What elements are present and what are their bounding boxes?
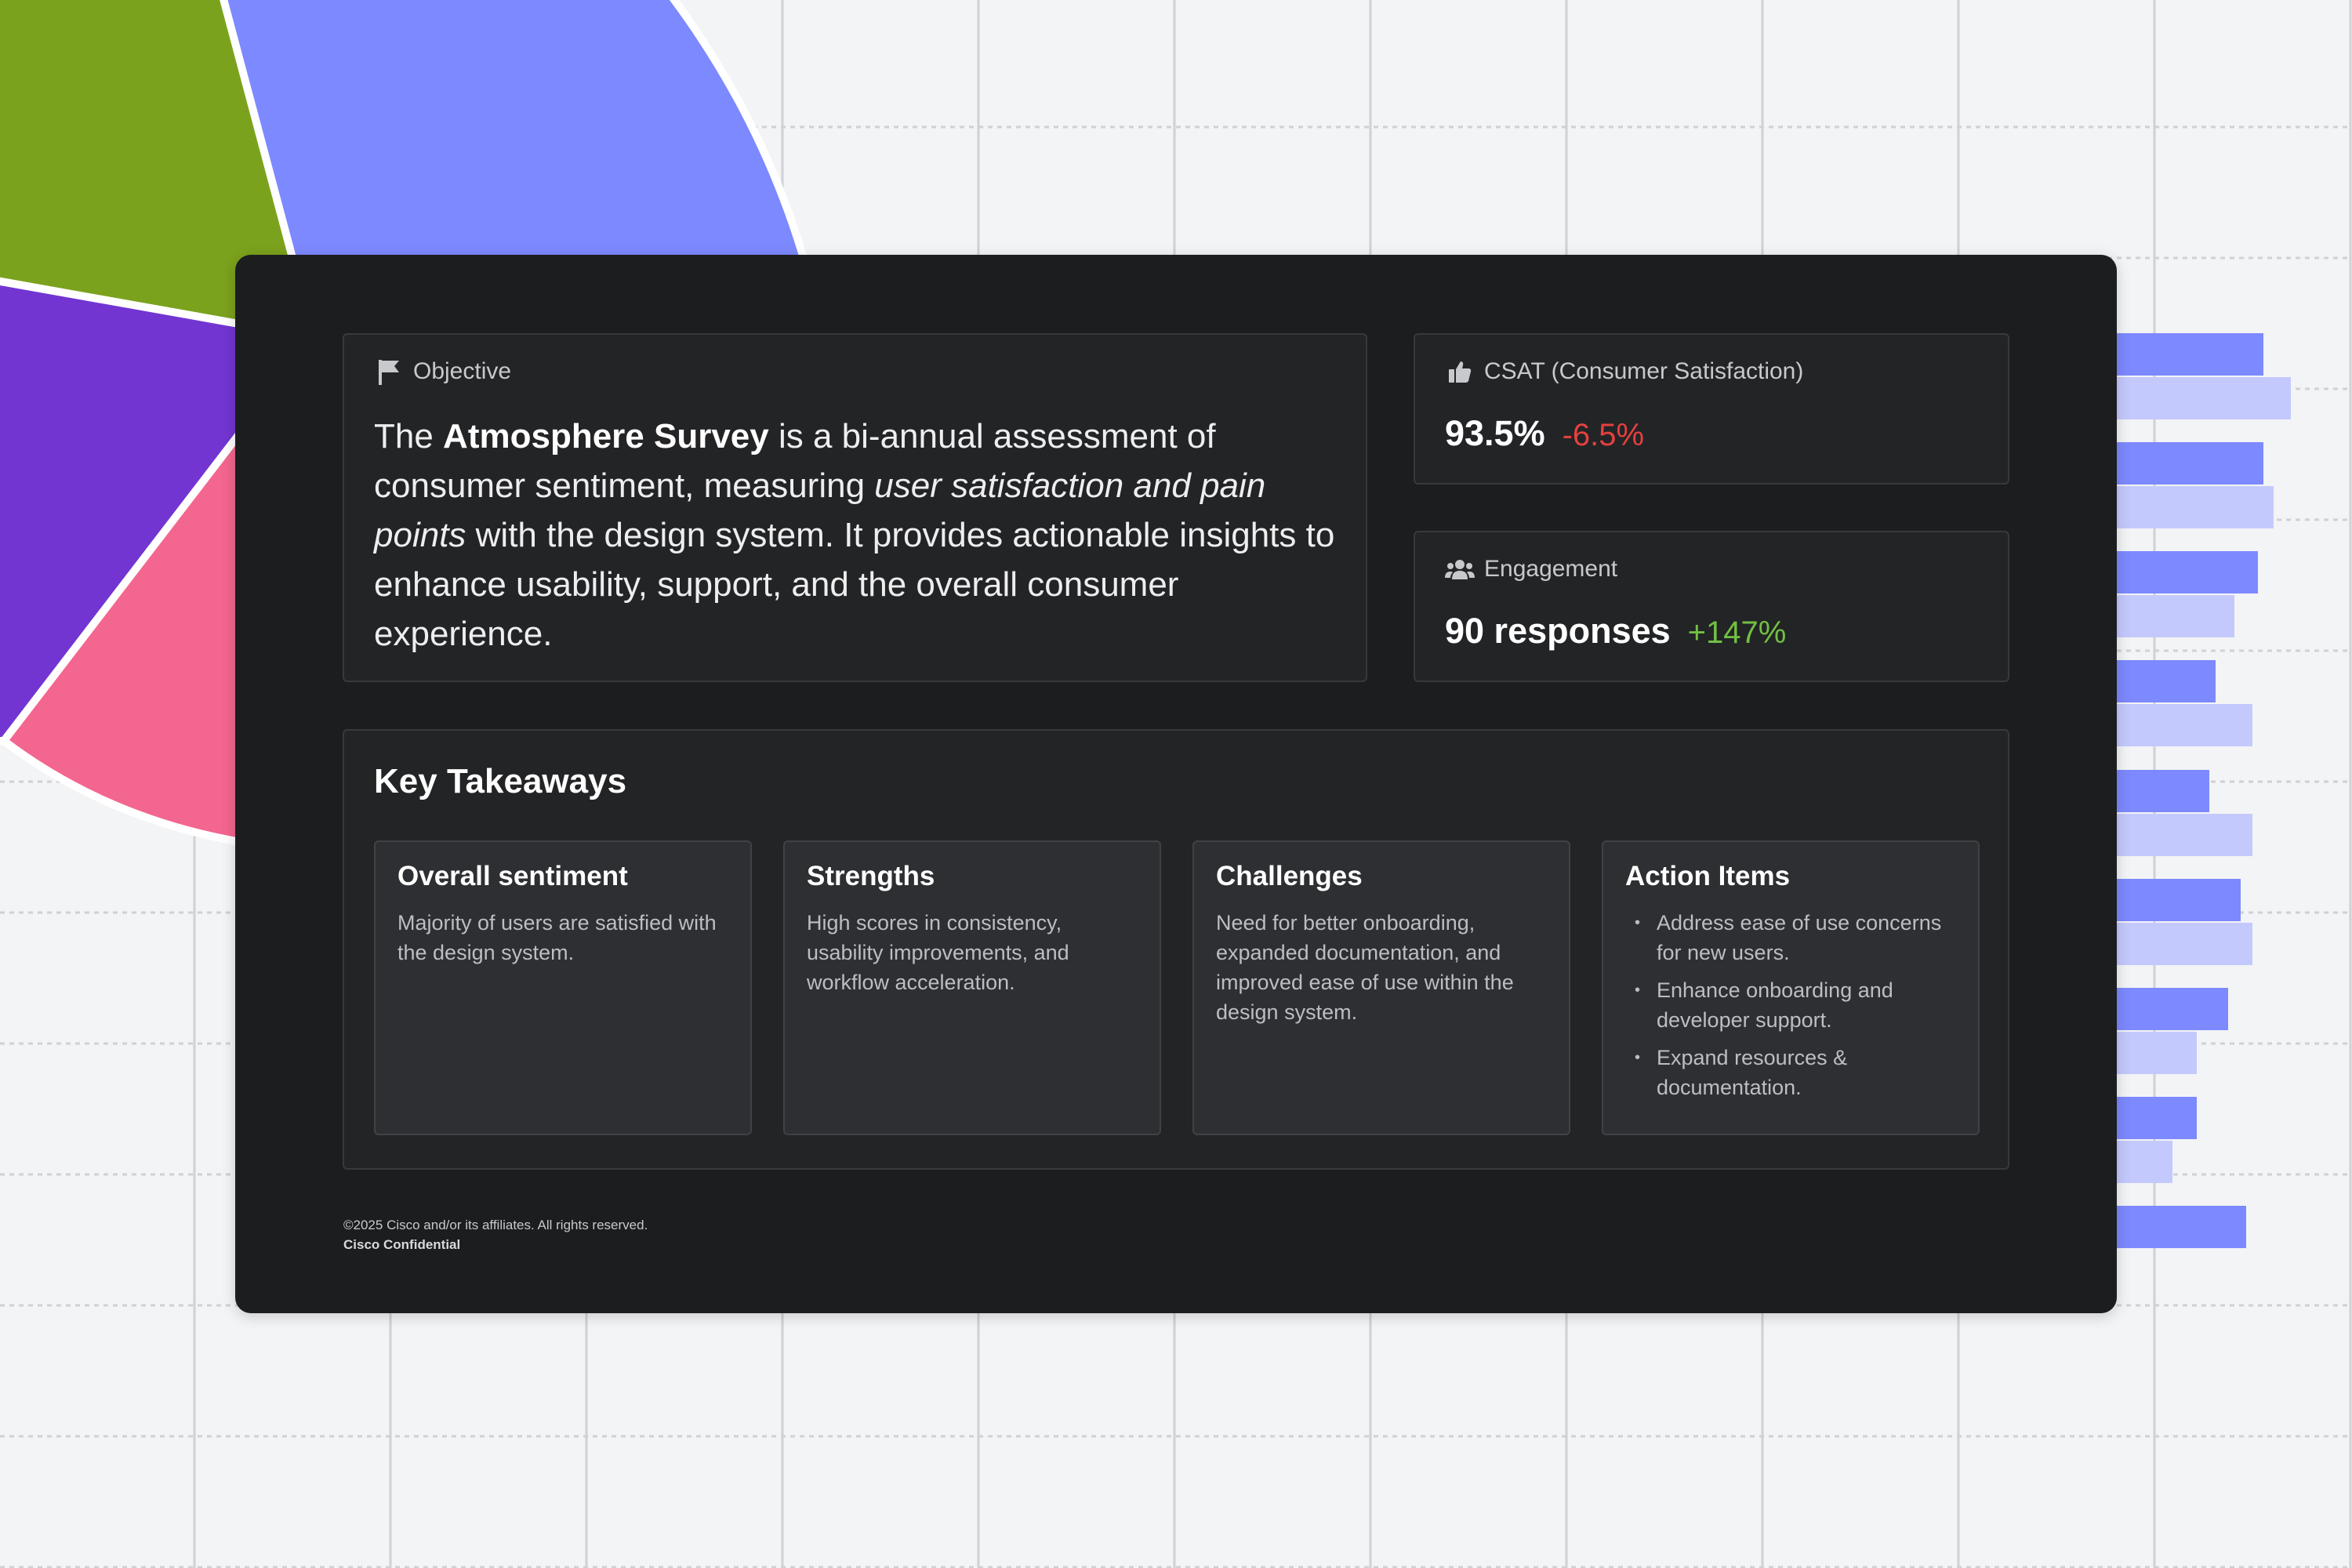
engagement-metric: 90 responses +147% <box>1445 611 1786 652</box>
takeaway-card-strengths: Strengths High scores in consistency, us… <box>783 840 1161 1135</box>
engagement-delta: +147% <box>1687 615 1787 650</box>
takeaway-card-title: Strengths <box>807 861 935 891</box>
flag-icon <box>374 357 404 387</box>
csat-label: CSAT (Consumer Satisfaction) <box>1484 358 1804 384</box>
objective-panel: Objective The Atmosphere Survey is a bi-… <box>343 333 1367 682</box>
csat-value: 93.5% <box>1445 413 1545 453</box>
engagement-value: 90 responses <box>1445 611 1671 651</box>
takeaway-card-body: Need for better onboarding, expanded doc… <box>1216 911 1514 1024</box>
action-item: Expand resources & documentation. <box>1625 1043 1955 1102</box>
takeaway-card-body: Majority of users are satisfied with the… <box>397 911 717 964</box>
engagement-panel: Engagement 90 responses +147% <box>1414 531 2009 682</box>
csat-label-row: CSAT (Consumer Satisfaction) <box>1445 357 1803 387</box>
takeaway-card-title: Overall sentiment <box>397 861 628 891</box>
footer: ©2025 Cisco and/or its affiliates. All r… <box>343 1215 648 1254</box>
survey-summary-card: Objective The Atmosphere Survey is a bi-… <box>235 255 2117 1313</box>
csat-panel: CSAT (Consumer Satisfaction) 93.5% -6.5% <box>1414 333 2009 485</box>
action-items-list: Address ease of use concerns for new use… <box>1625 908 1955 1110</box>
takeaway-card-title: Challenges <box>1216 861 1363 891</box>
objective-text-prefix: The <box>374 417 444 456</box>
takeaway-card-action-items: Action Items Address ease of use concern… <box>1602 840 1980 1135</box>
confidential-label: Cisco Confidential <box>343 1237 461 1252</box>
key-takeaways-panel: Key Takeaways Overall sentiment Majority… <box>343 729 2009 1170</box>
takeaway-card-title: Action Items <box>1625 861 1791 891</box>
objective-text-suffix: with the design system. It provides acti… <box>374 516 1335 653</box>
engagement-label-row: Engagement <box>1445 554 1617 584</box>
thumbs-up-icon <box>1445 357 1475 387</box>
takeaway-card-challenges: Challenges Need for better onboarding, e… <box>1192 840 1570 1135</box>
copyright-text: ©2025 Cisco and/or its affiliates. All r… <box>343 1218 648 1232</box>
csat-delta: -6.5% <box>1562 418 1645 452</box>
takeaway-card-body: High scores in consistency, usability im… <box>807 911 1069 994</box>
objective-label: Objective <box>413 358 512 384</box>
survey-name: Atmosphere Survey <box>443 417 769 456</box>
action-item: Address ease of use concerns for new use… <box>1625 908 1955 967</box>
users-icon <box>1445 554 1475 584</box>
action-item: Enhance onboarding and developer support… <box>1625 975 1955 1035</box>
objective-description: The Atmosphere Survey is a bi-annual ass… <box>374 412 1354 659</box>
csat-metric: 93.5% -6.5% <box>1445 413 1644 454</box>
objective-label-row: Objective <box>374 357 511 387</box>
engagement-label: Engagement <box>1484 556 1618 582</box>
key-takeaways-title: Key Takeaways <box>374 762 627 800</box>
takeaway-card-overall-sentiment: Overall sentiment Majority of users are … <box>374 840 752 1135</box>
